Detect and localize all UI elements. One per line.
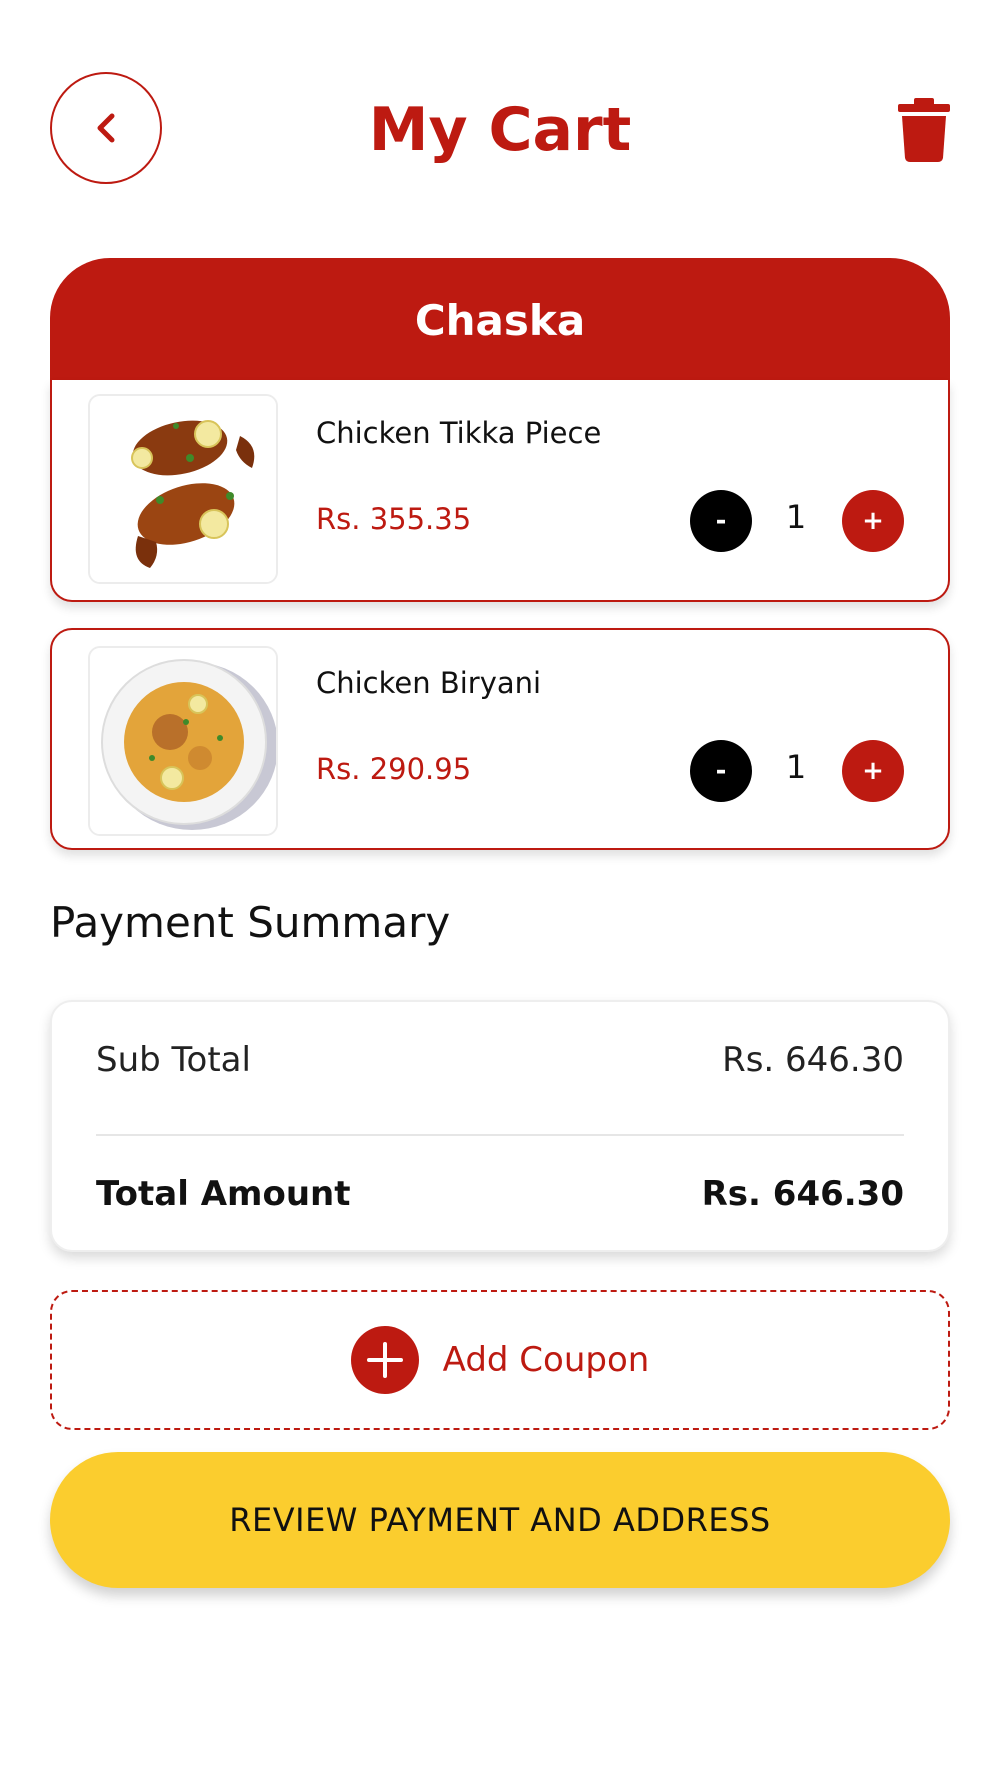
item-name: Chicken Tikka Piece xyxy=(316,416,602,450)
item-name: Chicken Biryani xyxy=(316,666,542,700)
item-quantity: 1 xyxy=(785,498,807,536)
chicken-biryani-image xyxy=(88,646,278,836)
add-coupon-button[interactable]: Add Coupon xyxy=(50,1290,950,1430)
item-price: Rs. 355.35 xyxy=(316,502,472,536)
decrease-quantity-button[interactable]: - xyxy=(690,490,752,552)
divider xyxy=(96,1134,904,1136)
review-payment-button[interactable]: REVIEW PAYMENT AND ADDRESS xyxy=(50,1452,950,1588)
increase-quantity-button[interactable]: + xyxy=(842,740,904,802)
plus-circle-icon xyxy=(350,1326,419,1394)
page-title: My Cart xyxy=(368,95,632,165)
restaurant-header: Chaska xyxy=(50,258,950,382)
total-amount-label: Total Amount xyxy=(96,1174,351,1214)
restaurant-name: Chaska xyxy=(414,295,586,345)
cart-item: Chicken Biryani Rs. 290.95 - 1 + xyxy=(50,628,950,850)
delete-cart-button[interactable] xyxy=(896,96,952,164)
item-quantity: 1 xyxy=(785,748,807,786)
decrease-quantity-button[interactable]: - xyxy=(690,740,752,802)
payment-summary-card: Sub Total Rs. 646.30 Total Amount Rs. 64… xyxy=(50,1000,950,1252)
trash-icon xyxy=(898,98,950,162)
subtotal-label: Sub Total xyxy=(96,1040,251,1080)
subtotal-value: Rs. 646.30 xyxy=(722,1040,904,1080)
cart-item: Chicken Tikka Piece Rs. 355.35 - 1 + xyxy=(50,380,950,602)
total-amount-value: Rs. 646.30 xyxy=(701,1174,904,1214)
chicken-tikka-image xyxy=(88,394,278,584)
increase-quantity-button[interactable]: + xyxy=(842,490,904,552)
add-coupon-label: Add Coupon xyxy=(442,1340,650,1380)
payment-summary-title: Payment Summary xyxy=(50,898,451,947)
item-price: Rs. 290.95 xyxy=(316,752,472,786)
